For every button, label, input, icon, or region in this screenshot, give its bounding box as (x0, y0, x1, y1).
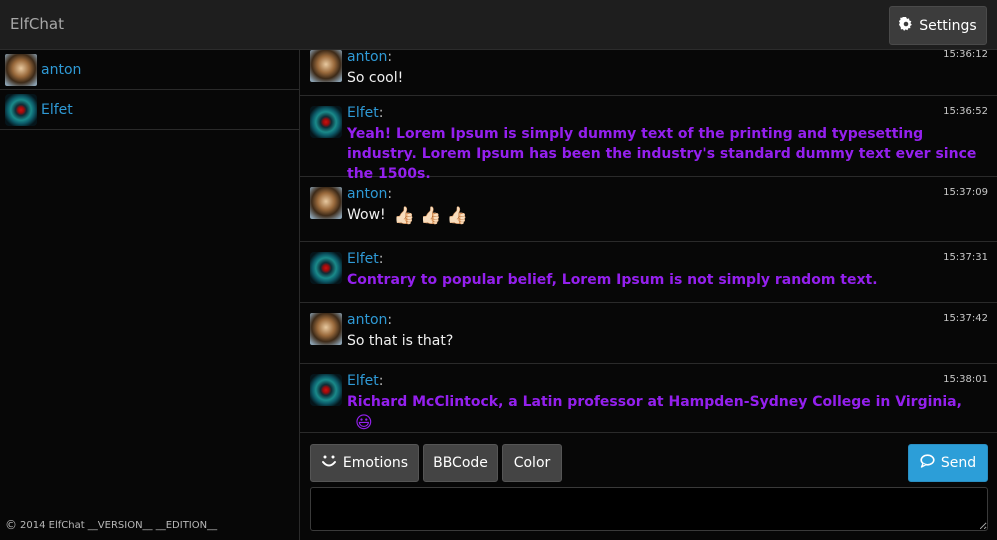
user-list-sidebar: anton Elfet © 2014 ElfChat __VERSION__ _… (0, 50, 300, 540)
message-text: So that is that? (347, 333, 454, 349)
message-timestamp: 15:37:42 (943, 313, 988, 324)
message-author[interactable]: anton (347, 50, 387, 65)
message-text: So cool! (347, 70, 404, 86)
message-row: anton: 15:37:09 Wow! 👍🏻 👍🏻 👍🏻 (300, 177, 997, 242)
message-input-bar: Emotions BBCode Color Send (300, 432, 997, 540)
eye-avatar (310, 106, 342, 138)
eye-avatar (310, 252, 342, 284)
speech-bubble-icon (920, 454, 935, 472)
message-text: Wow! (347, 207, 386, 223)
copyright-icon: © (5, 518, 17, 532)
message-row: anton: 15:37:42 So that is that? (300, 303, 997, 364)
message-row: Elfet: 15:37:31 Contrary to popular beli… (300, 242, 997, 303)
top-navbar: ElfChat Settings (0, 0, 997, 50)
tiger-avatar (5, 53, 37, 86)
message-text: Yeah! Lorem Ipsum is simply dummy text o… (347, 126, 977, 182)
message-list: anton: 15:36:12 So cool! Elfet: 15:36:52… (300, 50, 997, 432)
tiger-avatar (310, 50, 342, 82)
message-text: Contrary to popular belief, Lorem Ipsum … (347, 272, 878, 288)
message-author[interactable]: Elfet (347, 373, 379, 389)
send-button[interactable]: Send (908, 444, 988, 482)
color-button[interactable]: Color (502, 444, 562, 482)
gear-icon (899, 15, 913, 35)
bbcode-button[interactable]: BBCode (423, 444, 498, 482)
user-name: Elfet (41, 101, 73, 118)
message-author[interactable]: Elfet (347, 105, 379, 121)
settings-label: Settings (919, 17, 977, 34)
message-timestamp: 15:37:09 (943, 187, 988, 198)
message-timestamp: 15:36:52 (943, 106, 988, 117)
message-author[interactable]: Elfet (347, 251, 379, 267)
user-name: anton (41, 61, 82, 78)
message-text: Richard McClintock, a Latin professor at… (347, 394, 962, 410)
footer: © 2014 ElfChat __VERSION__ __EDITION__ (5, 518, 217, 532)
message-row: Elfet: 15:38:01 Richard McClintock, a La… (300, 364, 997, 432)
settings-button[interactable]: Settings (889, 6, 987, 45)
smiley-emoji-icon: 😃 (355, 413, 373, 432)
thumbs-up-emoji-icon: 👍🏻 👍🏻 👍🏻 (393, 206, 468, 226)
message-timestamp: 15:38:01 (943, 374, 988, 385)
message-author[interactable]: anton (347, 186, 387, 202)
message-row: anton: 15:36:12 So cool! (300, 50, 997, 96)
color-label: Color (513, 455, 551, 471)
message-textarea[interactable] (310, 487, 988, 531)
message-author[interactable]: anton (347, 312, 387, 328)
send-label: Send (940, 455, 977, 471)
emotions-label: Emotions (342, 455, 409, 471)
message-row: Elfet: 15:36:52 Yeah! Lorem Ipsum is sim… (300, 96, 997, 182)
message-timestamp: 15:36:12 (943, 50, 988, 60)
app-title[interactable]: ElfChat (10, 15, 64, 33)
user-list-item-anton[interactable]: anton (0, 50, 299, 90)
smile-icon (321, 453, 337, 473)
eye-avatar (310, 374, 342, 406)
user-list-item-elfet[interactable]: Elfet (0, 90, 299, 130)
tiger-avatar (310, 313, 342, 345)
emotions-button[interactable]: Emotions (310, 444, 419, 482)
tiger-avatar (310, 187, 342, 219)
message-timestamp: 15:37:31 (943, 252, 988, 263)
eye-avatar (5, 93, 37, 126)
footer-text: 2014 ElfChat __VERSION__ __EDITION__ (20, 519, 218, 531)
bbcode-label: BBCode (433, 455, 488, 471)
